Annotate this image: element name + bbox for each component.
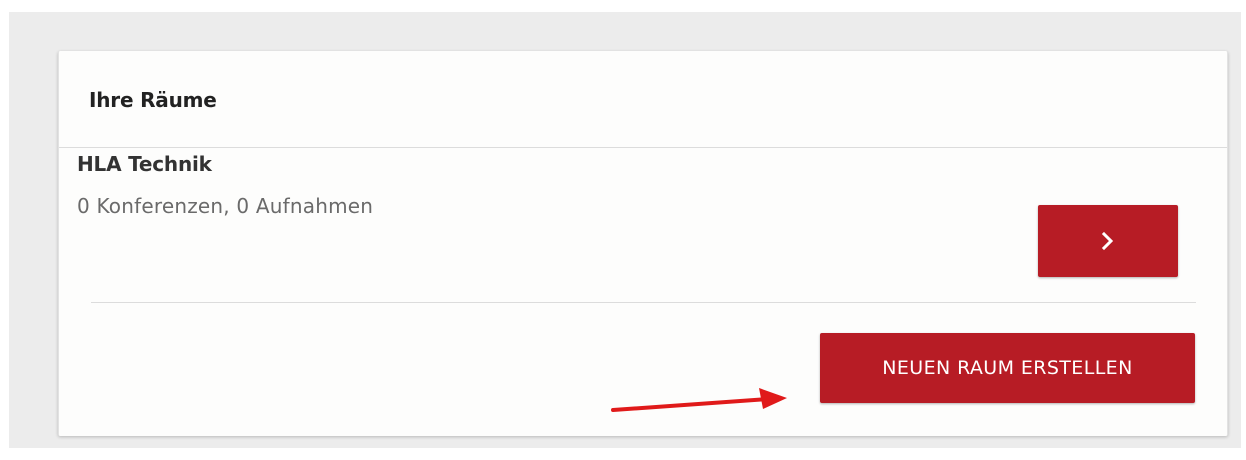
annotation-arrow-icon — [611, 388, 787, 412]
rooms-card: Ihre Räume HLA Technik 0 Konferenzen, 0 … — [58, 51, 1228, 436]
room-list-item — [91, 148, 1196, 303]
create-room-button[interactable]: NEUEN RAUM ERSTELLEN — [820, 333, 1195, 403]
card-header: Ihre Räume — [59, 51, 1227, 148]
card-title: Ihre Räume — [89, 88, 217, 112]
page-background: Ihre Räume HLA Technik 0 Konferenzen, 0 … — [9, 12, 1241, 448]
room-name: HLA Technik — [77, 152, 212, 176]
open-room-button[interactable] — [1038, 205, 1178, 277]
chevron-right-icon — [1101, 231, 1114, 251]
room-meta: 0 Konferenzen, 0 Aufnahmen — [77, 194, 374, 218]
